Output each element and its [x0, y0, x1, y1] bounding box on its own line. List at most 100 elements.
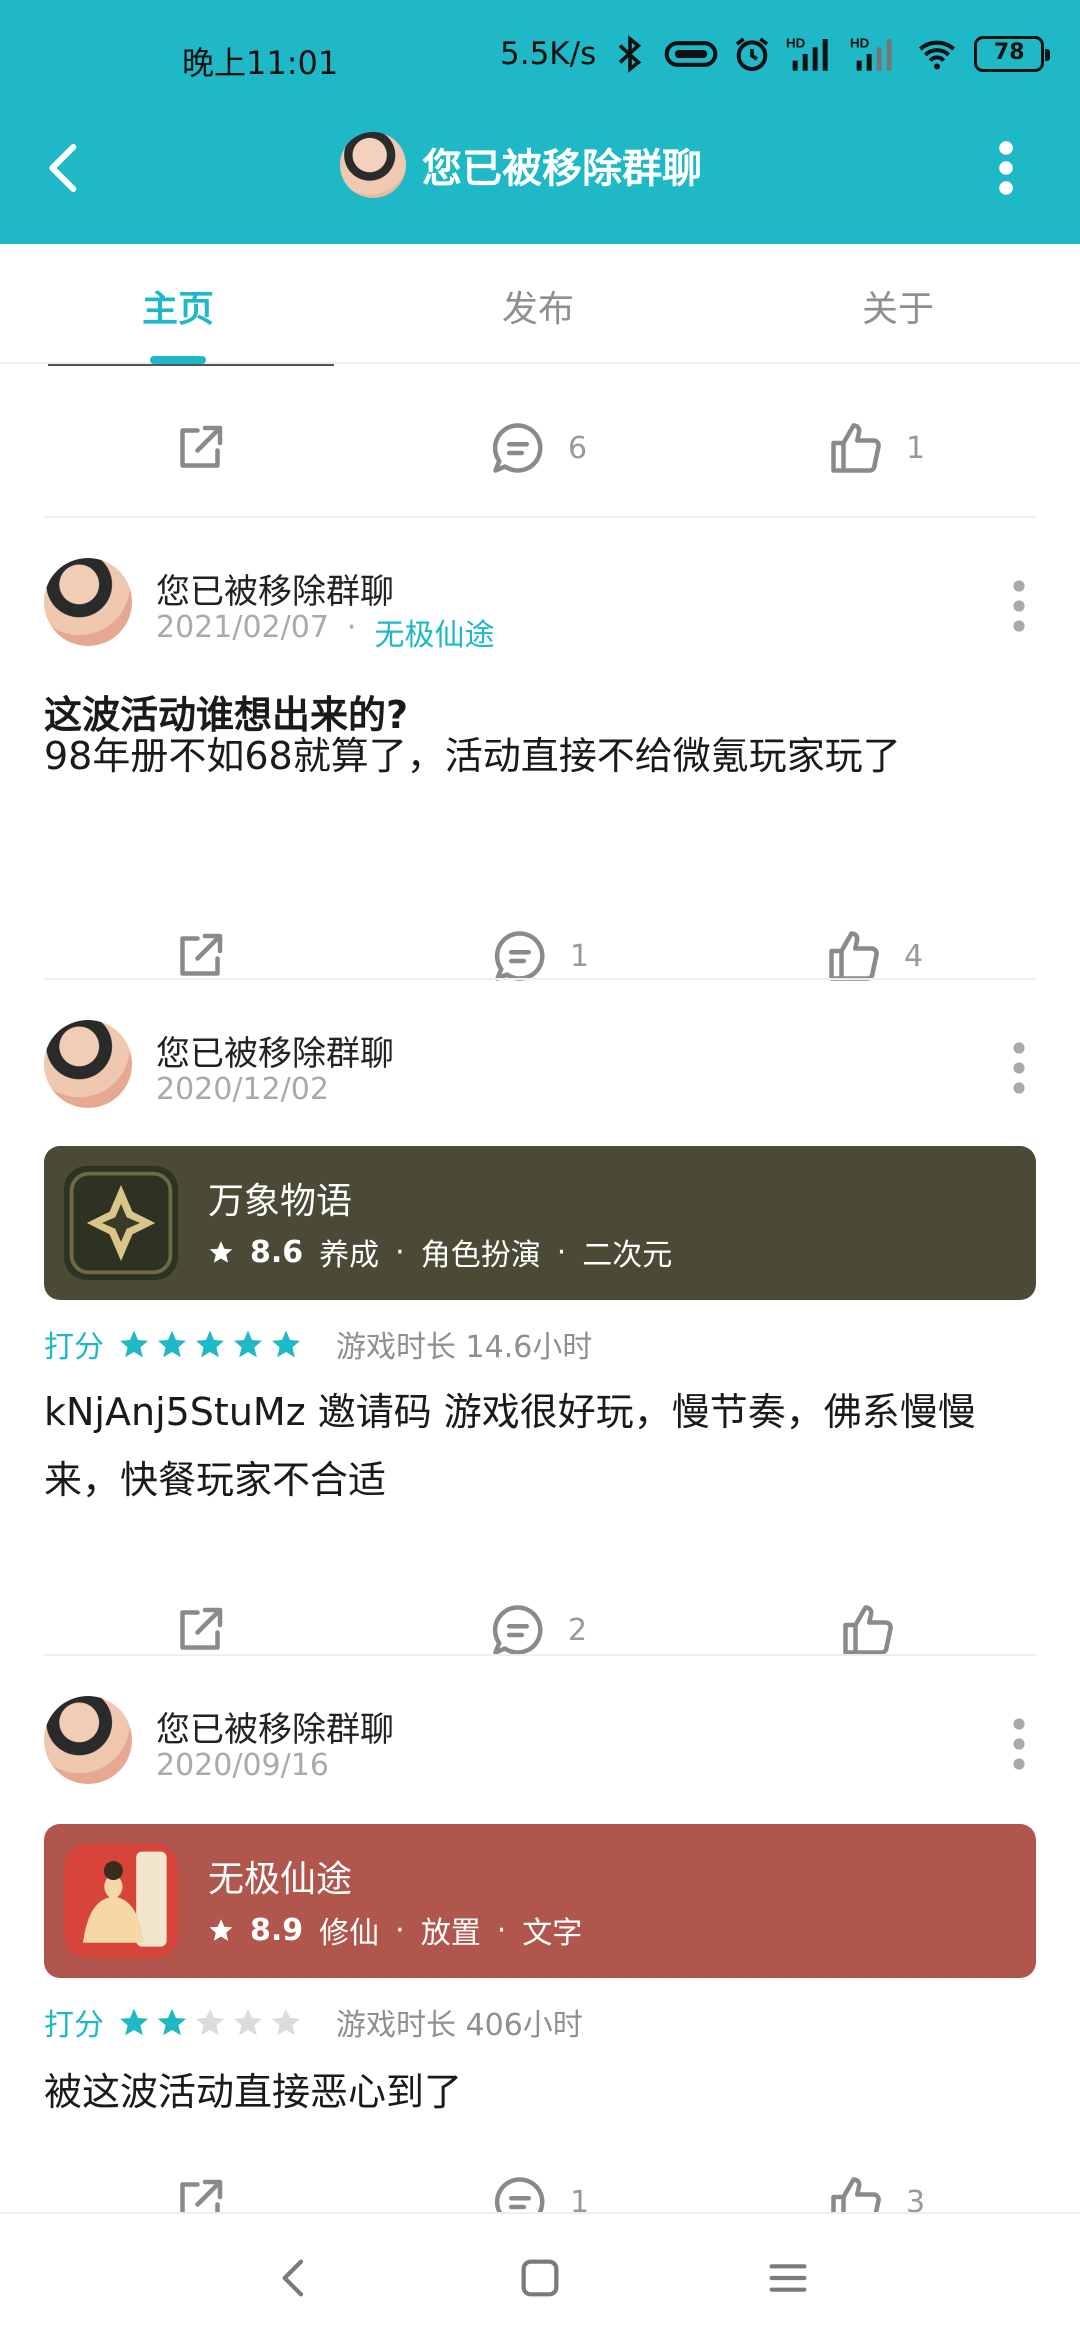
tab-home[interactable]: 主页	[142, 280, 214, 332]
tab-publish[interactable]: 发布	[502, 280, 574, 332]
more-vertical-icon[interactable]	[1004, 1714, 1034, 1774]
status-time: 晚上11:01	[182, 44, 339, 82]
game-tag: 放置	[420, 1916, 481, 1951]
comment-count: 1	[570, 2184, 590, 2213]
star-icon	[158, 1330, 186, 1358]
home-icon[interactable]	[512, 2250, 568, 2306]
share-button[interactable]	[170, 926, 230, 986]
post-body[interactable]: 被这波活动直接恶心到了	[44, 2058, 1044, 2126]
star-icon	[209, 1919, 233, 1941]
rating-row: 打分 游戏时长 406小时	[44, 2000, 583, 2044]
comment-button[interactable]: 2	[488, 1600, 587, 1660]
post-header: 您已被移除群聊 2021/02/07 · 无极仙途	[44, 558, 1044, 654]
tab-about[interactable]: 关于	[862, 280, 934, 332]
game-tag: 养成	[319, 1238, 380, 1273]
game-icon	[64, 1844, 178, 1958]
avatar[interactable]	[44, 1696, 132, 1784]
avatar[interactable]	[44, 1020, 132, 1108]
hd-signal-icon: HD	[786, 35, 828, 71]
pill-icon	[664, 41, 718, 67]
like-button[interactable]: 1	[826, 418, 925, 478]
back-icon[interactable]	[266, 2250, 322, 2306]
share-icon	[180, 1607, 223, 1650]
author-name[interactable]: 您已被移除群聊	[156, 1026, 394, 1075]
post-date: 2021/02/07	[156, 610, 329, 645]
battery-icon: 78	[974, 36, 1051, 72]
more-vertical-icon[interactable]	[984, 138, 1028, 198]
star-icon	[234, 2008, 262, 2036]
more-vertical-icon[interactable]	[1004, 1038, 1034, 1098]
star-icon	[120, 2008, 148, 2036]
post-actions: 2	[0, 1590, 1080, 1670]
post-date: 2020/12/02	[156, 1072, 329, 1107]
svg-text:HD: HD	[850, 35, 870, 50]
share-button[interactable]	[170, 1600, 230, 1660]
game-tag: 角色扮演	[420, 1238, 541, 1273]
star-icon	[196, 1330, 224, 1358]
star-icon	[234, 1330, 262, 1358]
like-count: 4	[904, 938, 924, 974]
comment-count: 2	[568, 1612, 588, 1648]
comment-count: 1	[570, 938, 590, 974]
bluetooth-icon	[619, 35, 642, 73]
share-icon	[180, 425, 223, 468]
star-icon	[272, 1330, 300, 1358]
wifi-icon	[919, 40, 956, 70]
network-speed: 5.5K/s	[500, 36, 597, 72]
post-header: 您已被移除群聊 2020/12/02	[44, 1020, 1044, 1116]
post-body[interactable]: 98年册不如68就算了，活动直接不给微氪玩家玩了	[44, 722, 1044, 790]
feed[interactable]: 6 1 您已被移除群聊 2021/02/07 · 无极仙途 这波活动谁想出来的?…	[0, 364, 1080, 2212]
menu-icon[interactable]	[760, 2250, 816, 2306]
like-button[interactable]: 4	[824, 926, 923, 986]
comment-icon	[494, 2177, 545, 2212]
thumbs-up-icon	[831, 2177, 881, 2212]
rating-label: 打分	[44, 1330, 104, 1365]
comment-button[interactable]: 1	[490, 2172, 589, 2212]
game-score: 8.9	[250, 1912, 304, 1948]
post-date: 2020/09/16	[156, 1748, 329, 1783]
author-name[interactable]: 您已被移除群聊	[156, 564, 394, 613]
like-count: 3	[906, 2184, 926, 2213]
page-title: 您已被移除群聊	[422, 146, 702, 192]
post-actions: 1 4	[0, 916, 1080, 996]
play-duration: 游戏时长 14.6小时	[336, 1330, 593, 1365]
author-name[interactable]: 您已被移除群聊	[156, 1702, 394, 1751]
like-button[interactable]: 3	[826, 2172, 925, 2212]
tab-bar: 主页 发布 关于	[0, 244, 1080, 364]
game-icon	[64, 1166, 178, 1280]
share-button[interactable]	[170, 418, 230, 478]
avatar[interactable]	[44, 558, 132, 646]
game-card[interactable]: 无极仙途 8.9 修仙 · 放置 · 文字	[44, 1824, 1036, 1978]
game-card[interactable]: 万象物语 8.6 养成 · 角色扮演 · 二次元	[44, 1146, 1036, 1300]
comment-button[interactable]: 6	[488, 418, 587, 478]
share-button[interactable]	[170, 2172, 230, 2212]
star-icon	[196, 2008, 224, 2036]
game-tag: 修仙	[319, 1916, 380, 1951]
comment-button[interactable]: 1	[490, 926, 589, 986]
top-bar: 晚上11:01 5.5K/s HD HD 78 您已被移除群聊	[0, 0, 1080, 244]
comment-icon	[494, 931, 545, 981]
svg-text:HD: HD	[786, 35, 806, 50]
comment-count: 6	[568, 430, 588, 466]
game-link[interactable]: 无极仙途	[374, 610, 494, 654]
like-button[interactable]	[838, 1600, 918, 1660]
comment-icon	[492, 1605, 543, 1655]
divider	[44, 1654, 1036, 1656]
divider	[44, 978, 1036, 980]
star-icon	[158, 2008, 186, 2036]
more-vertical-icon[interactable]	[1004, 576, 1034, 636]
system-nav-bar	[0, 2212, 1080, 2340]
post-body[interactable]: kNjAnj5StuMz 邀请码 游戏很好玩，慢节奏，佛系慢慢来，快餐玩家不合适	[44, 1378, 1044, 1514]
status-bar: 晚上11:01 5.5K/s HD HD 78	[0, 28, 1080, 88]
rating-row: 打分 游戏时长 14.6小时	[44, 1322, 592, 1366]
app-bar: 您已被移除群聊	[0, 120, 1080, 220]
tab-indicator	[150, 356, 206, 364]
game-name: 无极仙途	[208, 1859, 353, 1900]
comment-icon	[492, 423, 543, 473]
star-icon	[120, 1330, 148, 1358]
back-icon[interactable]	[36, 140, 92, 196]
game-tag: 文字	[522, 1916, 583, 1951]
divider	[44, 516, 1036, 518]
game-score: 8.6	[250, 1234, 304, 1270]
post-header: 您已被移除群聊 2020/09/16	[44, 1696, 1044, 1792]
